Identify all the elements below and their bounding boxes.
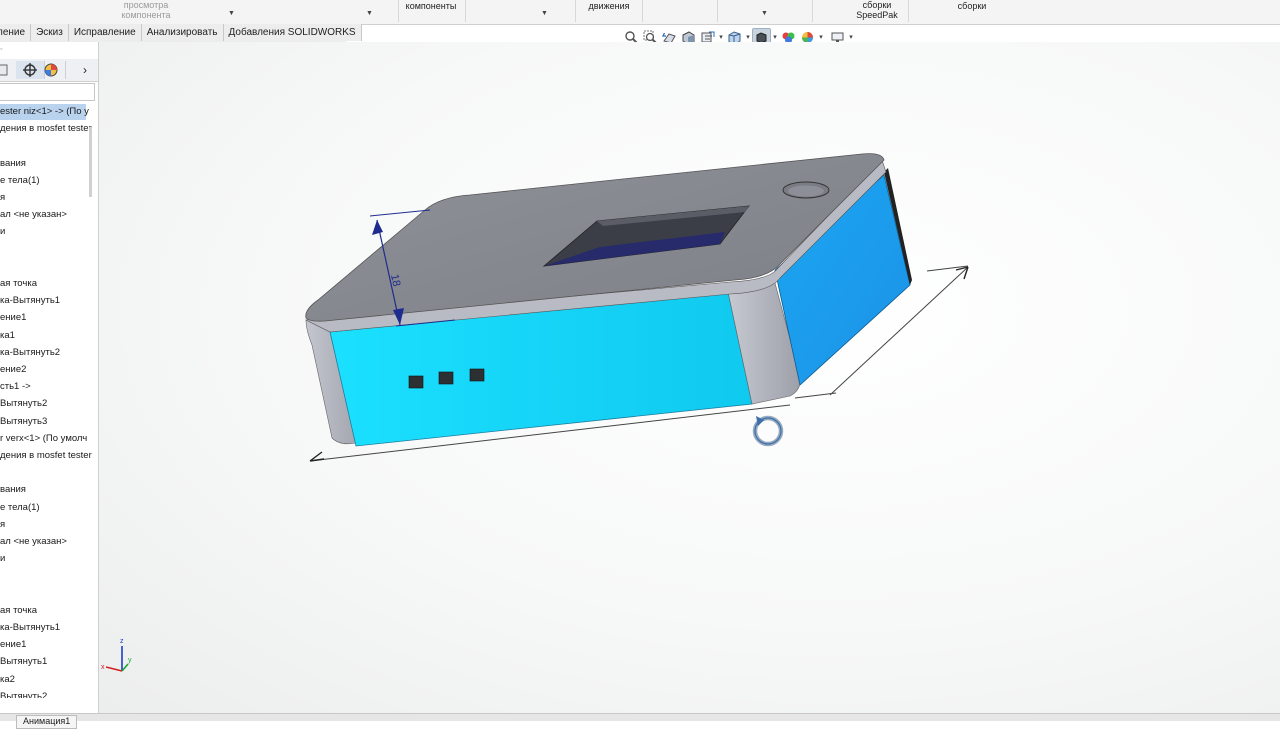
display-manager-icon[interactable]	[37, 61, 66, 79]
tree-item[interactable]: е тела(1)	[0, 500, 40, 516]
feature-tree-icon[interactable]	[0, 61, 17, 79]
feature-tree: ester niz<1> -> (По у дения в mosfet test…	[0, 100, 92, 698]
tree-item[interactable]: вания	[0, 156, 26, 172]
connector-hole[interactable]	[469, 368, 485, 382]
tree-item[interactable]: и	[0, 224, 5, 240]
ribbon-item-speedpak[interactable]: сборки SpeedPak	[850, 0, 904, 20]
tree-item[interactable]: Вытянуть2	[0, 689, 47, 698]
tree-item[interactable]: вания	[0, 482, 26, 498]
dropdown-arrow-icon[interactable]: ▾	[717, 33, 725, 41]
tree-item[interactable]: ал <не указан>	[0, 207, 67, 223]
dropdown-arrow-icon[interactable]: ▼	[366, 10, 373, 17]
ribbon-separator	[575, 0, 576, 22]
tree-item[interactable]: я	[0, 517, 5, 533]
feature-filter-input[interactable]	[0, 83, 95, 101]
tree-item[interactable]: е тела(1)	[0, 173, 40, 189]
tab-assembly[interactable]: ление	[0, 24, 32, 41]
ribbon-separator	[642, 0, 643, 22]
dimension-value[interactable]: 18	[388, 273, 402, 287]
tree-item[interactable]: и	[0, 551, 5, 567]
ribbon-separator	[465, 0, 466, 22]
ribbon-item-assembly[interactable]: сборки	[945, 1, 999, 12]
tree-item[interactable]: ал <не указан>	[0, 534, 67, 550]
tree-item[interactable]: дения в mosfet tester	[0, 448, 92, 464]
tab-animation1[interactable]: Анимация1	[16, 715, 78, 729]
ribbon-separator	[908, 0, 909, 22]
tab-solidworks-addins[interactable]: Добавления SOLIDWORKS	[223, 24, 362, 41]
tab-sketch[interactable]: Эскиз	[31, 24, 69, 41]
tree-item[interactable]: ение1	[0, 637, 26, 653]
triad-y-label: y	[128, 657, 132, 664]
tree-item[interactable]: ка-Вытянуть2	[0, 345, 60, 361]
ribbon-item-label: компоненты	[405, 1, 457, 11]
more-tabs-label: ›	[83, 63, 87, 77]
model-3d-view: 18 z x y	[101, 153, 969, 672]
ribbon-item-label: движения	[588, 1, 630, 11]
tab-markup[interactable]: Исправление	[68, 24, 142, 41]
ribbon-item-label: сборки SpeedPak	[856, 0, 898, 20]
connector-hole[interactable]	[438, 371, 454, 385]
dropdown-arrow-icon[interactable]: ▼	[761, 10, 768, 17]
feature-tree-scrollbar[interactable]	[89, 127, 92, 197]
feature-manager-panel: ◦ › ester niz<1> -> (По у дения в mosfet …	[0, 42, 99, 720]
ribbon-item-label: сборки	[957, 1, 987, 11]
tab-evaluate[interactable]: Анализировать	[141, 24, 224, 41]
dropdown-arrow-icon[interactable]: ▼	[228, 10, 235, 17]
dropdown-arrow-icon[interactable]: ▾	[817, 33, 825, 41]
tree-item[interactable]: ение2	[0, 362, 26, 378]
triad-x-label: x	[101, 664, 105, 671]
tree-item[interactable]: ение1	[0, 310, 26, 326]
coordinate-triad: z x y	[101, 638, 132, 672]
tree-item[interactable]: ка1	[0, 328, 15, 344]
ribbon-item-components[interactable]: компоненты	[402, 1, 460, 12]
tree-item[interactable]: сть1 ->	[0, 379, 31, 395]
ribbon-item-label: просмотра компонента	[121, 0, 171, 20]
dropdown-arrow-icon[interactable]: ▾	[744, 33, 752, 41]
chevron-right-icon[interactable]: ›	[75, 61, 95, 79]
tree-item[interactable]: Вытянуть3	[0, 414, 47, 430]
dropdown-arrow-icon[interactable]: ▾	[771, 33, 779, 41]
tree-item[interactable]: ка2	[0, 672, 15, 688]
ribbon-separator	[398, 0, 399, 22]
tree-item[interactable]: я	[0, 190, 5, 206]
tree-item[interactable]: дения в mosfet tester	[0, 121, 92, 137]
ribbon-separator	[812, 0, 813, 22]
command-manager-ribbon: просмотра компонента ▼ ▼ компоненты ▼ дв…	[0, 0, 1280, 25]
tree-item[interactable]: Вытянуть2	[0, 396, 47, 412]
tree-item[interactable]: ая точка	[0, 603, 37, 619]
ribbon-item-preview-component[interactable]: просмотра компонента	[118, 0, 174, 20]
tree-item[interactable]: ка-Вытянуть1	[0, 620, 60, 636]
command-manager-tabs: ление Эскиз Исправление Анализировать До…	[0, 24, 362, 43]
feature-manager-tabs: ›	[0, 59, 98, 82]
ribbon-separator	[717, 0, 718, 22]
tree-item[interactable]: Вытянуть1	[0, 654, 47, 670]
dropdown-arrow-icon[interactable]: ▾	[847, 33, 855, 41]
tree-item[interactable]: r verx<1> (По умолч	[0, 431, 87, 447]
dropdown-arrow-icon[interactable]: ▼	[541, 10, 548, 17]
ribbon-item-motion[interactable]: движения	[580, 1, 638, 12]
graphics-viewport[interactable]: 18 z x y	[99, 42, 1280, 714]
panel-pin-icon[interactable]: ◦	[0, 46, 2, 53]
tree-item[interactable]: ая точка	[0, 276, 37, 292]
tree-item[interactable]: ка-Вытянуть1	[0, 293, 60, 309]
triad-z-label: z	[120, 638, 124, 645]
tree-item[interactable]: ester niz<1> -> (По у	[0, 104, 89, 120]
rotate-view-cursor-icon	[752, 415, 784, 447]
connector-hole[interactable]	[408, 375, 424, 389]
